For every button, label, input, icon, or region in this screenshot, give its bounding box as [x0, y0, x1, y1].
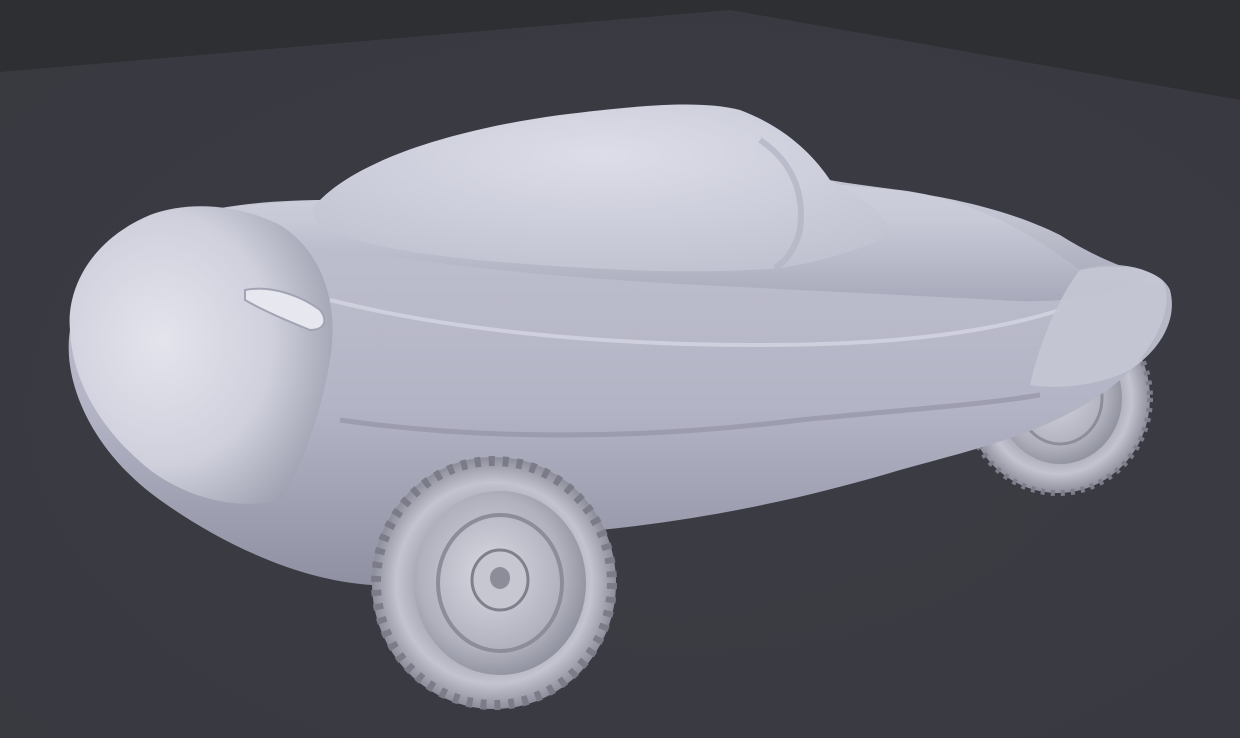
front-wheel [371, 456, 617, 710]
render-canvas [0, 0, 1240, 738]
3d-viewport[interactable] [0, 0, 1240, 738]
